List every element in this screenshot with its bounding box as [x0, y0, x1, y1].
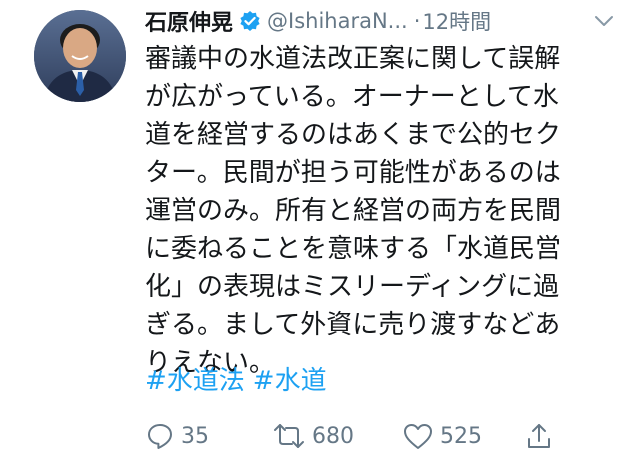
retweet-button[interactable]: 680 — [272, 421, 354, 451]
hashtag-link[interactable]: #水道法 — [145, 366, 245, 396]
hashtag-list: #水道法 #水道 — [145, 362, 327, 400]
tweet-text-line: 化」の表現はミスリーディングに過 — [145, 272, 560, 302]
tweet-timestamp[interactable]: 12時間 — [422, 6, 491, 36]
author-name[interactable]: 石原伸晃 — [145, 5, 233, 37]
chevron-down-icon[interactable] — [593, 12, 615, 30]
avatar-image — [34, 10, 126, 102]
verified-badge-icon — [239, 10, 261, 32]
avatar[interactable] — [34, 10, 126, 102]
reply-icon — [145, 421, 175, 451]
author-handle[interactable]: @IshiharaN... — [267, 9, 408, 33]
share-button[interactable] — [525, 421, 553, 451]
retweet-count: 680 — [312, 423, 354, 449]
reply-count: 35 — [181, 423, 209, 449]
tweet-text-line: 道を経営するのはあくまで公的セク — [145, 120, 562, 150]
tweet-header: 石原伸晃 @IshiharaN... · 12時間 — [145, 6, 615, 36]
like-button[interactable]: 525 — [402, 421, 482, 451]
tweet-text-line: ぎる。まして外資に売り渡すなどあ — [145, 310, 561, 340]
tweet-text-line: ター。民間が担う可能性があるのは — [145, 158, 561, 188]
tweet[interactable]: 石原伸晃 @IshiharaN... · 12時間 審議中の水道法改正案に関して… — [0, 0, 640, 462]
reply-button[interactable]: 35 — [145, 421, 209, 451]
separator-dot: · — [413, 9, 421, 33]
tweet-actions: 35 680 525 — [145, 418, 615, 454]
tweet-text-line: 運営のみ。所有と経営の両方を民間 — [145, 196, 562, 226]
share-icon — [525, 421, 553, 451]
tweet-text-line: に委ねることを意味する「水道民営 — [145, 234, 562, 264]
heart-icon — [402, 421, 434, 451]
retweet-icon — [272, 421, 306, 451]
tweet-text-line: 審議中の水道法改正案に関して誤解 — [145, 44, 561, 74]
tweet-text: 審議中の水道法改正案に関して誤解 が広がっている。オーナーとして水 道を経営する… — [145, 40, 615, 382]
like-count: 525 — [440, 423, 482, 449]
tweet-text-line: が広がっている。オーナーとして水 — [145, 82, 559, 112]
hashtag-link[interactable]: #水道 — [253, 366, 327, 396]
